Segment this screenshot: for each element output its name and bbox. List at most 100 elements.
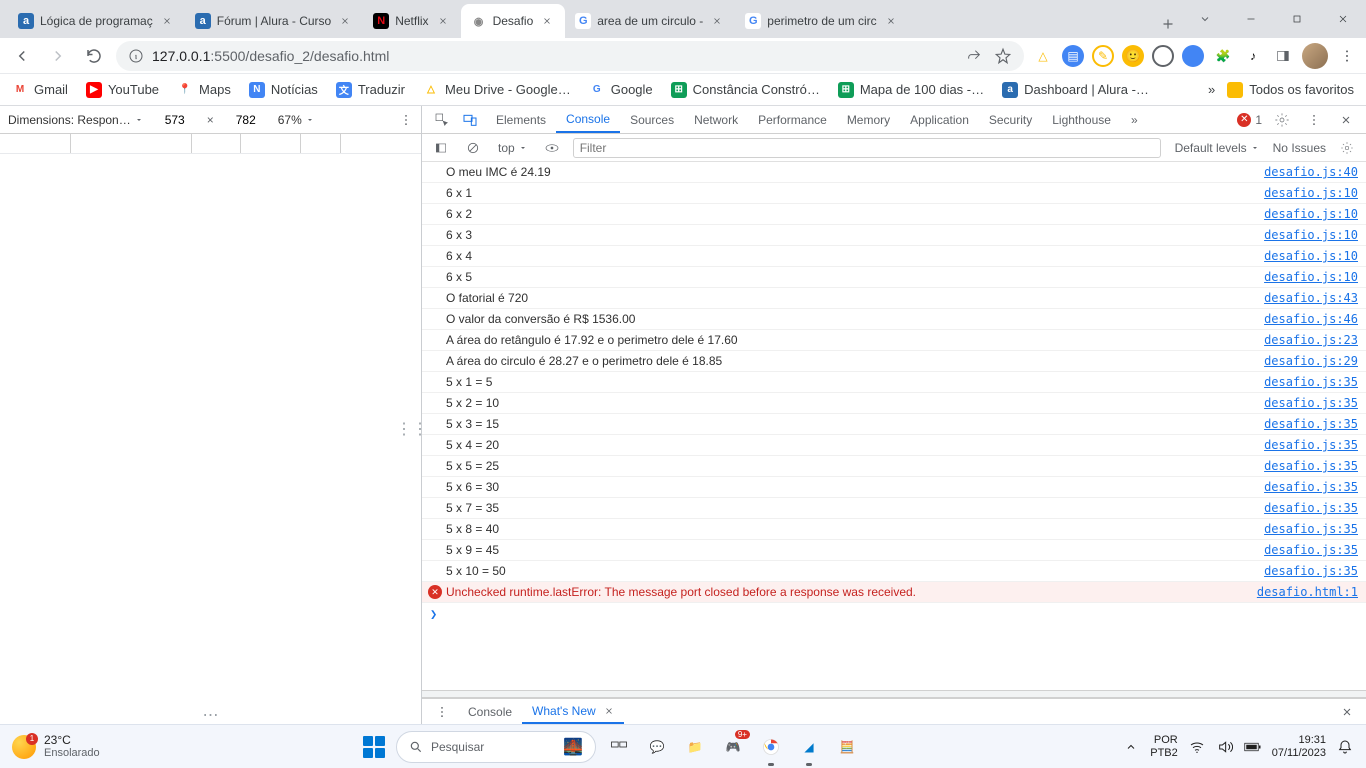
bookmark-item[interactable]: NNotícias [249, 82, 318, 98]
console-source-link[interactable]: desafio.js:35 [1264, 480, 1358, 494]
bookmark-item[interactable]: △Meu Drive - Google… [423, 82, 571, 98]
drawer-menu-icon[interactable] [430, 700, 454, 724]
volume-icon[interactable] [1216, 738, 1234, 756]
console-source-link[interactable]: desafio.js:35 [1264, 375, 1358, 389]
console-source-link[interactable]: desafio.js:46 [1264, 312, 1358, 326]
bookmark-item[interactable]: ⊞Constância Constró… [671, 82, 820, 98]
drawer-close-icon[interactable] [1336, 706, 1358, 718]
reload-button[interactable] [80, 42, 108, 70]
console-source-link[interactable]: desafio.js:40 [1264, 165, 1358, 179]
site-info-icon[interactable] [128, 48, 144, 64]
minimize-button[interactable] [1228, 4, 1274, 34]
console-context-select[interactable]: top [494, 141, 531, 155]
share-icon[interactable] [966, 48, 982, 64]
ext-generic-yellow-icon[interactable]: 🙂 [1122, 45, 1144, 67]
clock[interactable]: 19:31 07/11/2023 [1272, 734, 1326, 758]
tab-close-icon[interactable] [159, 13, 175, 29]
all-bookmarks-button[interactable]: Todos os favoritos [1227, 82, 1354, 98]
console-source-link[interactable]: desafio.js:23 [1264, 333, 1358, 347]
console-filter-input[interactable] [573, 138, 1161, 158]
ext-blue-icon[interactable] [1182, 45, 1204, 67]
bookmark-item[interactable]: GGoogle [589, 82, 653, 98]
ext-keep-icon[interactable]: ✎ [1092, 45, 1114, 67]
console-source-link[interactable]: desafio.js:10 [1264, 228, 1358, 242]
clear-console-button[interactable] [462, 137, 484, 159]
ext-docs-icon[interactable]: ▤ [1062, 45, 1084, 67]
taskbar-discord-icon[interactable]: 🎮9+ [718, 732, 748, 762]
devtools-tab-memory[interactable]: Memory [837, 106, 900, 133]
taskbar-vscode-icon[interactable]: ◢ [794, 732, 824, 762]
browser-tab[interactable]: aFórum | Alura - Curso [185, 4, 363, 38]
device-viewport[interactable]: ⋮⋮ ⋯ [0, 134, 421, 724]
console-source-link[interactable]: desafio.js:10 [1264, 270, 1358, 284]
bookmark-item[interactable]: ▶YouTube [86, 82, 159, 98]
bookmark-item[interactable]: aDashboard | Alura -… [1002, 82, 1149, 98]
bookmarks-overflow[interactable]: » [1208, 82, 1215, 97]
drawer-tab-console[interactable]: Console [458, 699, 522, 724]
tab-close-icon[interactable] [539, 13, 555, 29]
console-settings-icon[interactable] [1336, 137, 1358, 159]
console-output[interactable]: O meu IMC é 24.19desafio.js:406 x 1desaf… [422, 162, 1366, 690]
tab-close-icon[interactable] [435, 13, 451, 29]
console-source-link[interactable]: desafio.js:35 [1264, 417, 1358, 431]
chrome-menu-icon[interactable] [1336, 45, 1358, 67]
device-toolbar-menu[interactable] [399, 113, 413, 127]
more-tabs-icon[interactable]: » [1125, 113, 1144, 127]
browser-tab[interactable]: Garea de um circulo - [565, 4, 735, 38]
devtools-tab-performance[interactable]: Performance [748, 106, 837, 133]
tab-close-icon[interactable] [709, 13, 725, 29]
wifi-icon[interactable] [1188, 738, 1206, 756]
devtools-tab-security[interactable]: Security [979, 106, 1042, 133]
ext-drive-icon[interactable]: △ [1032, 45, 1054, 67]
devtools-close-icon[interactable] [1334, 108, 1358, 132]
taskbar-chat-icon[interactable]: 💬 [642, 732, 672, 762]
browser-tab[interactable]: NNetflix [363, 4, 460, 38]
device-width-input[interactable] [153, 110, 197, 130]
task-view-icon[interactable] [604, 732, 634, 762]
weather-widget[interactable]: 1 23°C Ensolarado [12, 734, 100, 759]
side-panel-icon[interactable] [1272, 45, 1294, 67]
maximize-button[interactable] [1274, 4, 1320, 34]
notifications-icon[interactable] [1336, 738, 1354, 756]
console-sidebar-toggle[interactable] [430, 137, 452, 159]
devtools-tab-lighthouse[interactable]: Lighthouse [1042, 106, 1121, 133]
console-source-link[interactable]: desafio.js:35 [1264, 501, 1358, 515]
console-source-link[interactable]: desafio.js:10 [1264, 249, 1358, 263]
console-source-link[interactable]: desafio.js:35 [1264, 396, 1358, 410]
devtools-menu-icon[interactable] [1302, 108, 1326, 132]
dimensions-select[interactable]: Dimensions: Respon… [8, 113, 143, 127]
back-button[interactable] [8, 42, 36, 70]
taskbar-search[interactable]: Pesquisar 🌉 [396, 731, 596, 763]
battery-icon[interactable] [1244, 738, 1262, 756]
console-source-link[interactable]: desafio.js:29 [1264, 354, 1358, 368]
console-source-link[interactable]: desafio.js:35 [1264, 522, 1358, 536]
console-source-link[interactable]: desafio.js:35 [1264, 438, 1358, 452]
bookmark-item[interactable]: MGmail [12, 82, 68, 98]
new-tab-button[interactable] [1154, 10, 1182, 38]
console-source-link[interactable]: desafio.js:10 [1264, 186, 1358, 200]
console-prompt[interactable]: ❯ [422, 603, 1366, 625]
console-issues-label[interactable]: No Issues [1273, 141, 1326, 155]
console-source-link[interactable]: desafio.js:35 [1264, 543, 1358, 557]
browser-tab[interactable]: Gperimetro de um circ [735, 4, 908, 38]
error-count-badge[interactable]: ✕ 1 [1237, 113, 1262, 127]
tab-close-icon[interactable] [883, 13, 899, 29]
drawer-resizer[interactable] [422, 690, 1366, 698]
taskbar-explorer-icon[interactable]: 📁 [680, 732, 710, 762]
language-indicator[interactable]: POR PTB2 [1150, 734, 1178, 758]
drawer-tab-what-s-new[interactable]: What's New [522, 699, 624, 724]
bookmark-item[interactable]: ⊞Mapa de 100 dias -… [838, 82, 984, 98]
bookmark-star-icon[interactable] [994, 47, 1012, 65]
close-icon[interactable] [604, 706, 614, 716]
ext-circle-icon[interactable] [1152, 45, 1174, 67]
bookmark-item[interactable]: 📍Maps [177, 82, 231, 98]
tab-close-icon[interactable] [337, 13, 353, 29]
ext-playlist-icon[interactable]: ♪ [1242, 45, 1264, 67]
live-expression-button[interactable] [541, 137, 563, 159]
inspect-element-button[interactable] [430, 108, 454, 132]
console-levels-select[interactable]: Default levels [1171, 141, 1263, 155]
address-bar[interactable]: 127.0.0.1:5500/desafio_2/desafio.html [116, 41, 1024, 71]
devtools-settings-icon[interactable] [1270, 108, 1294, 132]
browser-tab[interactable]: aLógica de programaç [8, 4, 185, 38]
console-source-link[interactable]: desafio.js:10 [1264, 207, 1358, 221]
